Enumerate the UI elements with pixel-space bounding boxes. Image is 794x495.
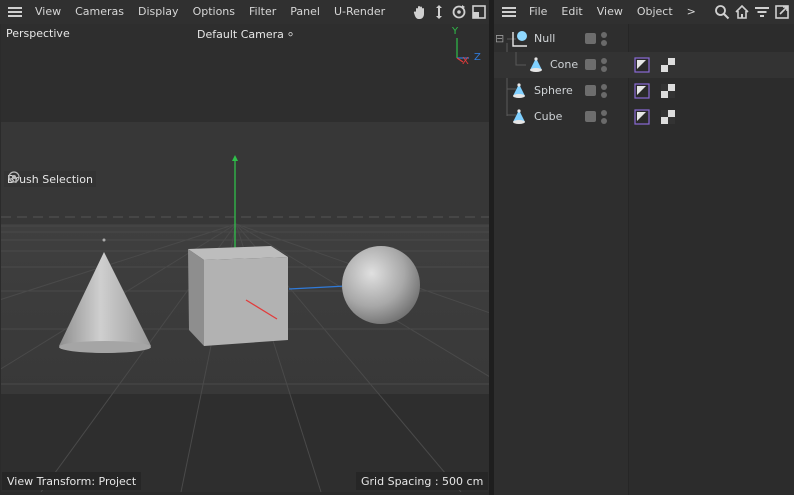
phong-tag-icon[interactable] [634, 109, 650, 125]
orbit-rotate-icon[interactable] [451, 4, 467, 20]
editor-visibility-dot[interactable] [601, 84, 607, 90]
gizmo-z-label: Z [474, 52, 481, 63]
filter-icon[interactable] [754, 4, 770, 20]
home-icon[interactable] [734, 4, 750, 20]
object-name: Cube [534, 110, 563, 123]
perspective-label[interactable]: Perspective [6, 27, 70, 40]
menu-edit[interactable]: Edit [554, 0, 589, 24]
material-tag-icon[interactable] [660, 83, 676, 99]
cube-icon [513, 109, 525, 124]
hamburger-menu-icon[interactable] [8, 7, 22, 17]
3d-viewport[interactable]: Y Z X Perspective Default Camera ⸰ Brush… [1, 24, 489, 492]
object-row-cube[interactable]: Cube [494, 104, 794, 130]
gizmo-y-label: Y [452, 26, 459, 37]
camera-label[interactable]: Default Camera ⸰ [197, 27, 294, 42]
phong-tag-icon[interactable] [634, 57, 650, 73]
menu-panel[interactable]: Panel [283, 0, 327, 24]
menu-cameras[interactable]: Cameras [68, 0, 131, 24]
object-manager: ⊟ Null Cone Sphere Cube [494, 24, 794, 495]
editor-visibility-dot[interactable] [601, 32, 607, 38]
editor-visibility-dot[interactable] [601, 110, 607, 116]
menu-u-render[interactable]: U-Render [327, 0, 392, 24]
null-icon [512, 31, 527, 47]
cone-icon [530, 57, 542, 72]
render-visibility-dot[interactable] [601, 40, 607, 46]
editor-visibility-dot[interactable] [601, 58, 607, 64]
phong-tag-icon[interactable] [634, 83, 650, 99]
menu-filter[interactable]: Filter [242, 0, 283, 24]
material-tag-icon[interactable] [660, 57, 676, 73]
material-tag-icon[interactable] [660, 109, 676, 125]
object-row-null[interactable]: ⊟ Null [494, 26, 794, 116]
pan-hand-icon[interactable] [412, 4, 428, 20]
layer-visibility-swatch[interactable] [585, 59, 596, 70]
camera-suffix-icon: ⸰ [287, 28, 294, 41]
grid-spacing-hud: Grid Spacing : 500 cm [356, 472, 489, 490]
view-transform-hud: View Transform: Project [2, 472, 142, 490]
object-name: Sphere [534, 84, 573, 97]
view-transform-label: View Transform: Project [7, 474, 137, 488]
menu-display[interactable]: Display [131, 0, 186, 24]
layer-visibility-swatch[interactable] [585, 111, 596, 122]
brush-selection-hud[interactable]: Brush Selection [4, 171, 96, 187]
menu-view[interactable]: View [28, 0, 68, 24]
object-name: Null [534, 32, 556, 45]
viewport-scene [1, 24, 489, 492]
object-manager-menubar: File Edit View Object > [494, 0, 794, 24]
camera-name: Default Camera [197, 28, 284, 41]
object-row-sphere[interactable]: Sphere [494, 78, 794, 104]
menu-view[interactable]: View [590, 0, 630, 24]
hamburger-menu-icon[interactable] [502, 7, 516, 17]
render-visibility-dot[interactable] [601, 118, 607, 124]
render-visibility-dot[interactable] [601, 66, 607, 72]
layer-visibility-swatch[interactable] [585, 85, 596, 96]
menu-file[interactable]: File [522, 0, 554, 24]
menu-object[interactable]: Object [630, 0, 680, 24]
layer-visibility-swatch[interactable] [585, 33, 596, 44]
viewport-menubar: View Cameras Display Options Filter Pane… [0, 0, 489, 24]
sphere-icon [513, 83, 525, 98]
object-name: Cone [550, 58, 579, 71]
record-circle-icon [8, 171, 20, 183]
move-arrows-icon[interactable] [431, 4, 447, 20]
new-window-icon[interactable] [774, 4, 790, 20]
menu-options[interactable]: Options [186, 0, 242, 24]
menu-more-chevron[interactable]: > [680, 0, 703, 24]
maximize-view-icon[interactable] [471, 4, 487, 20]
search-icon[interactable] [714, 4, 730, 20]
grid-spacing-label: Grid Spacing : 500 cm [361, 474, 484, 488]
object-row-cone[interactable]: Cone [494, 52, 794, 78]
render-visibility-dot[interactable] [601, 92, 607, 98]
gizmo-x-label: X [462, 56, 469, 67]
